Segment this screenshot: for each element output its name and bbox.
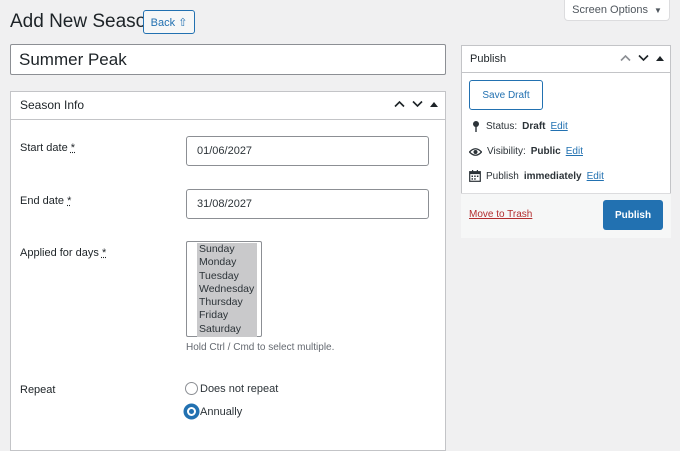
move-down-icon[interactable] [412,100,423,108]
day-option[interactable]: Saturday [197,323,257,336]
publish-time-edit-link[interactable]: Edit [587,171,604,182]
back-button[interactable]: Back ⇧ [143,10,195,34]
day-option[interactable]: Sunday [197,243,257,256]
end-date-label-text: End date [20,195,65,207]
visibility-value: Public [530,146,561,157]
day-option[interactable]: Wednesday [197,283,257,296]
applied-days-label-text: Applied for days [20,247,99,259]
caret-down-icon: ▼ [653,5,662,15]
required-mark: * [67,195,72,207]
repeat-option-label: Annually [200,405,243,418]
required-mark: * [70,142,76,154]
season-info-header: Season Info [10,91,446,120]
publish-time-row: Publish immediately Edit [469,170,604,182]
move-up-icon[interactable] [394,100,405,108]
radio-button[interactable] [185,382,198,395]
publish-time-label: Publish [486,170,519,182]
radio-dot [189,409,194,414]
day-option[interactable]: Thursday [197,296,257,309]
visibility-label: Visibility: [487,146,526,157]
move-up-icon[interactable] [620,54,631,62]
repeat-option-none[interactable]: Does not repeat [185,382,278,395]
day-option[interactable]: Tuesday [197,270,257,283]
collapse-icon[interactable] [656,55,664,61]
status-edit-link[interactable]: Edit [550,121,567,132]
day-option[interactable]: Friday [197,309,257,322]
calendar-icon [469,170,481,182]
days-hint: Hold Ctrl / Cmd to select multiple. [186,342,335,353]
required-mark: * [101,247,107,259]
screen-options-label: Screen Options [572,4,648,16]
day-option[interactable]: Monday [197,256,257,269]
end-date-label: End date * [20,195,71,207]
start-date-input[interactable]: 01/06/2027 [186,136,429,166]
days-multiselect[interactable]: Sunday Monday Tuesday Wednesday Thursday… [186,241,262,337]
visibility-edit-link[interactable]: Edit [566,146,583,157]
status-label: Status: [486,121,518,132]
status-value: Draft [522,121,546,132]
repeat-option-annually[interactable]: Annually [185,405,242,418]
post-title-input[interactable]: Summer Peak [10,44,446,75]
end-date-input[interactable]: 31/08/2027 [186,189,429,219]
collapse-icon[interactable] [430,101,438,107]
publish-box-controls [620,54,664,62]
season-box-controls [394,100,438,108]
visibility-row: Visibility: Public Edit [469,146,583,157]
start-date-label: Start date * [20,142,75,154]
eye-icon [469,147,482,156]
pin-icon [473,121,479,132]
publish-button[interactable]: Publish [603,200,663,230]
season-info-title: Season Info [20,98,85,112]
start-date-label-text: Start date [20,142,68,154]
repeat-label: Repeat [20,384,56,396]
move-to-trash-link[interactable]: Move to Trash [469,209,532,220]
repeat-option-label: Does not repeat [200,382,279,395]
status-row: Status: Draft Edit [471,120,568,133]
applied-days-label: Applied for days * [20,247,106,259]
save-draft-button[interactable]: Save Draft [469,80,543,110]
page-title: Add New Season [10,11,157,32]
days-selection: Sunday Monday Tuesday Wednesday Thursday… [197,243,257,337]
publish-title: Publish [470,52,507,65]
screen-options-button[interactable]: Screen Options ▼ [564,0,670,21]
publish-time-value: immediately [523,170,582,182]
move-down-icon[interactable] [638,54,649,62]
radio-button-selected[interactable] [185,405,198,418]
